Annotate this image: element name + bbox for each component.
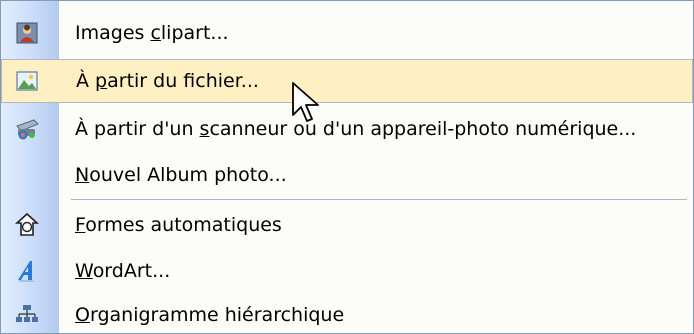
menu-item-autoshapes[interactable]: Formes automatiques: [1, 203, 693, 247]
menu-item-new-photo-album[interactable]: Nouvel Album photo...: [1, 153, 693, 197]
clipart-icon: [13, 19, 41, 47]
accelerator-key: c: [150, 22, 161, 44]
scanner-camera-icon: [13, 115, 41, 143]
menu-item-from-scanner[interactable]: À partir d'un scanneur ou d'un appareil-…: [1, 107, 693, 151]
menu-item-from-file[interactable]: À partir du fichier...: [1, 59, 693, 103]
accelerator-key: N: [75, 164, 90, 186]
accelerator-key: O: [75, 304, 90, 326]
wordart-icon: [13, 257, 41, 285]
accelerator-key: W: [75, 260, 93, 282]
accelerator-key: s: [199, 118, 210, 140]
accelerator-key: F: [75, 214, 86, 236]
menu-item-clipart[interactable]: Images clipart...: [1, 11, 693, 55]
menu-item-wordart[interactable]: WordArt...: [1, 249, 693, 293]
picture-file-icon: [13, 67, 41, 95]
insert-picture-menu: Images clipart... À partir du fichier...…: [0, 0, 694, 334]
menu-separator: [71, 199, 687, 200]
org-chart-icon: [13, 301, 41, 329]
mouse-cursor-icon: [290, 81, 326, 125]
autoshapes-icon: [13, 211, 41, 239]
menu-item-org-chart[interactable]: Organigramme hiérarchique: [1, 293, 693, 333]
accelerator-key: p: [95, 70, 108, 92]
